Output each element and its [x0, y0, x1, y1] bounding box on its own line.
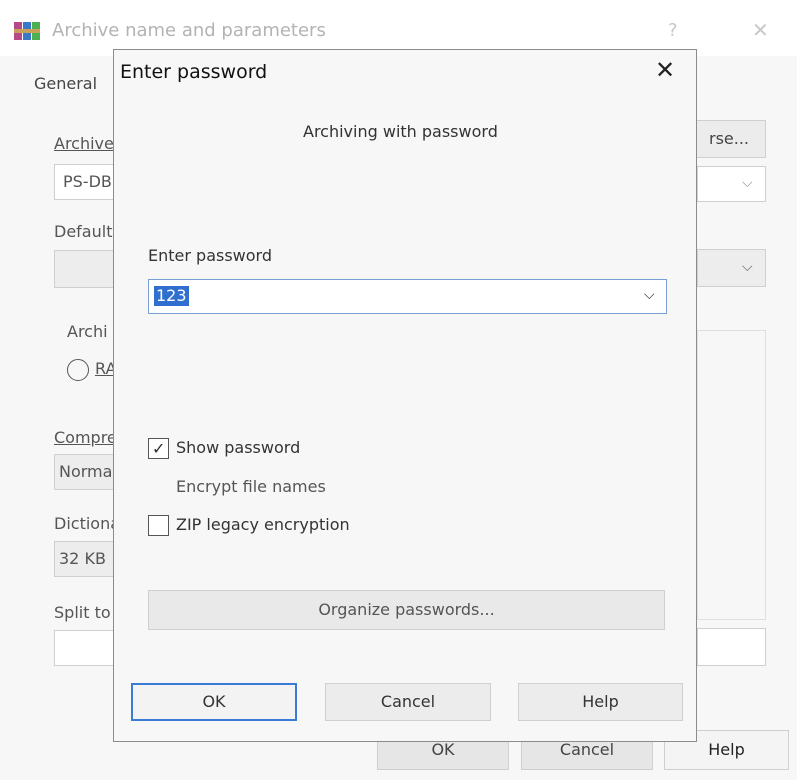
ok-button[interactable]: OK	[131, 683, 297, 721]
close-icon[interactable]: ✕	[655, 56, 675, 84]
background-help-icon[interactable]: ?	[668, 20, 678, 41]
show-password-label: Show password	[176, 438, 301, 457]
profiles-dropdown[interactable]: ⌵	[697, 249, 766, 287]
enter-password-dialog	[113, 49, 697, 742]
chevron-down-icon[interactable]: ⌵	[644, 287, 655, 303]
profiles-button[interactable]	[54, 250, 116, 288]
password-value: 123	[154, 286, 189, 306]
archiving-options-group	[697, 330, 766, 620]
archive-name-value: PS-DB	[63, 172, 112, 191]
dialog-title: Enter password	[120, 61, 268, 83]
dictionary-size-dropdown[interactable]: 32 KB	[54, 541, 116, 577]
chevron-down-icon: ⌵	[742, 175, 753, 191]
update-mode-dropdown[interactable]: ⌵	[697, 166, 766, 202]
compression-method-label: Compre	[54, 428, 117, 447]
winrar-app-icon	[14, 22, 40, 40]
help-button[interactable]: Help	[518, 683, 683, 721]
archive-format-label: Archi	[67, 322, 108, 341]
compression-method-value: Norma	[59, 462, 113, 481]
tab-general[interactable]: General	[34, 74, 97, 93]
archive-name-label: Archive	[54, 134, 114, 153]
dictionary-size-label: Dictiona	[54, 514, 121, 533]
encrypt-file-names-label[interactable]: Encrypt file names	[176, 477, 326, 496]
split-volumes-input[interactable]	[54, 630, 116, 666]
organize-passwords-button[interactable]: Organize passwords...	[148, 590, 665, 630]
background-window-title: Archive name and parameters	[52, 20, 326, 41]
checkmark-icon: ✓	[152, 439, 166, 458]
cancel-button[interactable]: Cancel	[325, 683, 491, 721]
dictionary-size-value: 32 KB	[59, 549, 106, 568]
show-password-checkbox[interactable]: ✓	[148, 438, 169, 459]
zip-legacy-encryption-checkbox[interactable]	[148, 515, 169, 536]
zip-legacy-encryption-label: ZIP legacy encryption	[176, 515, 350, 534]
compression-method-dropdown[interactable]: Norma	[54, 454, 116, 490]
background-right-field[interactable]	[697, 628, 766, 666]
rar-radio[interactable]	[67, 359, 89, 381]
password-input[interactable]: 123 ⌵	[148, 279, 667, 314]
default-profile-label: Default	[54, 222, 113, 241]
archiving-with-password-text: Archiving with password	[303, 122, 498, 141]
split-volumes-label: Split to	[54, 603, 111, 622]
password-label: Enter password	[148, 246, 272, 265]
background-close-icon[interactable]: ✕	[752, 18, 769, 42]
chevron-down-icon: ⌵	[742, 259, 753, 275]
